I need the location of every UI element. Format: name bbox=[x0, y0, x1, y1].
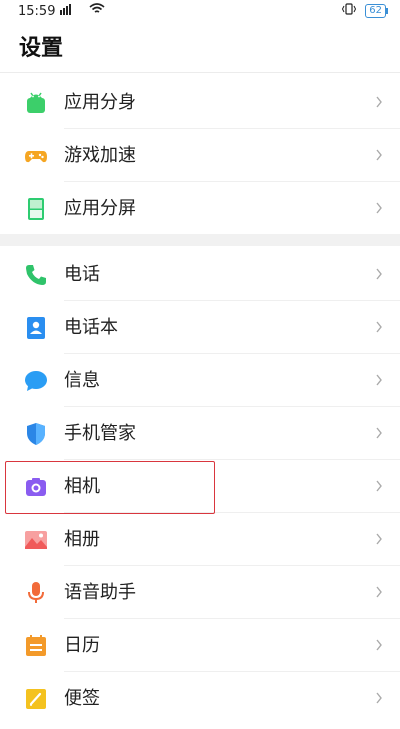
chevron-right-icon bbox=[372, 636, 386, 654]
chevron-right-icon bbox=[372, 93, 386, 111]
message-icon bbox=[24, 369, 48, 393]
settings-row-game-boost[interactable]: 游戏加速 bbox=[0, 129, 400, 182]
title-divider bbox=[0, 72, 400, 73]
settings-row-split-screen[interactable]: 应用分屏 bbox=[0, 182, 400, 235]
settings-row-messages[interactable]: 信息 bbox=[0, 354, 400, 407]
battery-indicator: 62 bbox=[365, 4, 388, 18]
row-label: 语音助手 bbox=[64, 582, 136, 603]
chevron-right-icon bbox=[372, 199, 386, 217]
row-label: 应用分屏 bbox=[64, 198, 136, 219]
status-bar: 15:59 62 bbox=[0, 0, 400, 22]
gallery-icon bbox=[24, 528, 48, 552]
row-label: 应用分身 bbox=[64, 92, 136, 113]
chevron-right-icon bbox=[372, 477, 386, 495]
chevron-right-icon bbox=[372, 146, 386, 164]
phone-icon bbox=[24, 263, 48, 287]
row-label: 相机 bbox=[64, 476, 100, 497]
wifi-icon bbox=[89, 3, 105, 19]
settings-row-phone-manager[interactable]: 手机管家 bbox=[0, 407, 400, 460]
chevron-right-icon bbox=[372, 424, 386, 442]
contacts-icon bbox=[24, 316, 48, 340]
signal-icon bbox=[60, 3, 84, 19]
row-label: 游戏加速 bbox=[64, 145, 136, 166]
settings-group-1: 应用分身 游戏加速 应用分屏 bbox=[0, 76, 400, 235]
calendar-icon bbox=[24, 634, 48, 658]
settings-row-voice-assistant[interactable]: 语音助手 bbox=[0, 566, 400, 619]
row-label: 相册 bbox=[64, 529, 100, 550]
settings-row-gallery[interactable]: 相册 bbox=[0, 513, 400, 566]
settings-row-camera[interactable]: 相机 bbox=[0, 460, 400, 513]
chevron-right-icon bbox=[372, 689, 386, 707]
settings-group-2: 电话 电话本 信息 手机管家 相机 相册 语音助手 日历 便签 bbox=[0, 248, 400, 725]
row-label: 便签 bbox=[64, 688, 100, 709]
settings-row-notes[interactable]: 便签 bbox=[0, 672, 400, 725]
chevron-right-icon bbox=[372, 530, 386, 548]
notes-icon bbox=[24, 687, 48, 711]
settings-row-contacts[interactable]: 电话本 bbox=[0, 301, 400, 354]
settings-row-calendar[interactable]: 日历 bbox=[0, 619, 400, 672]
chevron-right-icon bbox=[372, 318, 386, 336]
row-label: 信息 bbox=[64, 370, 100, 391]
settings-row-app-clone[interactable]: 应用分身 bbox=[0, 76, 400, 129]
group-separator bbox=[0, 234, 400, 246]
split-screen-icon bbox=[24, 197, 48, 221]
chevron-right-icon bbox=[372, 583, 386, 601]
settings-row-phone[interactable]: 电话 bbox=[0, 248, 400, 301]
page-title: 设置 bbox=[19, 36, 64, 61]
row-label: 手机管家 bbox=[64, 423, 136, 444]
row-label: 电话本 bbox=[64, 317, 118, 338]
status-time: 15:59 bbox=[18, 3, 56, 19]
camera-icon bbox=[24, 475, 48, 499]
row-label: 日历 bbox=[64, 635, 100, 656]
android-icon bbox=[24, 91, 48, 115]
chevron-right-icon bbox=[372, 265, 386, 283]
chevron-right-icon bbox=[372, 371, 386, 389]
microphone-icon bbox=[24, 581, 48, 605]
gamepad-icon bbox=[24, 144, 48, 168]
shield-icon bbox=[24, 422, 48, 446]
row-label: 电话 bbox=[64, 264, 100, 285]
vibrate-icon bbox=[341, 2, 357, 20]
